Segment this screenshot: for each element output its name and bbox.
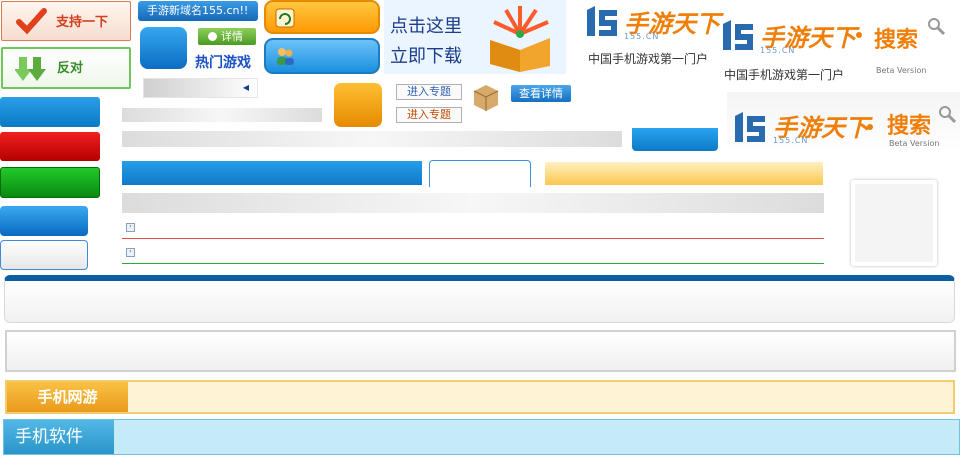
oppose-button[interactable]: 反对 xyxy=(1,47,131,89)
mobile-software-bar: 手机软件 xyxy=(3,419,960,455)
search-magnifier-icon xyxy=(928,18,946,36)
rounded-blue-button[interactable] xyxy=(0,206,88,236)
search-text: 搜索 xyxy=(874,28,919,53)
enter-topic-button-2[interactable]: 进入专题 xyxy=(396,107,462,123)
separator-dot xyxy=(856,32,862,38)
list-bullet-icon: › xyxy=(126,248,135,257)
logo-domain: 155.CN xyxy=(773,136,809,145)
orange-square-button[interactable] xyxy=(334,83,382,127)
download-line2: 立即下载 xyxy=(390,46,462,67)
enter-topic-button-1[interactable]: 进入专题 xyxy=(396,84,462,100)
down-arrows-icon xyxy=(15,57,46,81)
package-icon xyxy=(473,85,499,111)
mobile-games-title[interactable]: 手机网游 xyxy=(7,382,128,412)
blue-tab-strip xyxy=(122,161,422,185)
blue-tab-button[interactable] xyxy=(632,128,718,151)
list-item[interactable]: › xyxy=(122,215,824,239)
logo-mark xyxy=(723,20,753,50)
beta-text: Beta Version xyxy=(889,139,940,148)
blue-button[interactable] xyxy=(0,97,100,127)
gray-strip[interactable]: ◀ xyxy=(143,78,258,98)
triangle-left-icon: ◀ xyxy=(242,83,249,92)
orange-strip xyxy=(545,162,823,185)
brand-logo-search-2[interactable]: 手游天下 155.CN 搜索 Beta Version xyxy=(727,92,960,152)
active-tab[interactable] xyxy=(429,160,531,187)
support-button[interactable]: 支持一下 xyxy=(1,1,131,41)
mobile-games-bar: 手机网游 xyxy=(5,380,955,414)
gray-header-bar xyxy=(122,193,824,213)
view-details-button[interactable]: 查看详情 xyxy=(511,85,571,102)
gray-bar-2 xyxy=(122,131,622,147)
download-line1: 点击这里 xyxy=(390,16,462,37)
list-item[interactable]: › xyxy=(122,240,824,264)
detail-label: 详情 xyxy=(221,30,243,43)
circle-icon xyxy=(208,32,217,41)
download-banner[interactable]: 点击这里 立即下载 xyxy=(384,0,566,74)
logo-domain: 155.CN xyxy=(760,46,796,55)
logo-domain: 155.CN xyxy=(624,32,660,41)
portal-caption: 中国手机游戏第一门户 xyxy=(588,52,709,66)
logo-mark xyxy=(587,6,617,36)
orange-pill-button[interactable] xyxy=(264,0,380,34)
mobile-software-title[interactable]: 手机软件 xyxy=(4,420,114,454)
brand-logo-1[interactable]: 手游天下 155.CN 中国手机游戏第一门户 xyxy=(580,2,720,72)
content-panel-gray xyxy=(5,330,956,372)
users-icon xyxy=(277,48,294,65)
gift-box-icon xyxy=(490,6,550,72)
search-text: 搜索 xyxy=(887,114,932,139)
list-bullet-icon: › xyxy=(126,223,135,232)
green-button[interactable] xyxy=(0,167,100,198)
hot-games-link[interactable]: 热门游戏 xyxy=(195,52,251,72)
image-placeholder xyxy=(851,180,937,266)
separator-dot xyxy=(867,124,873,130)
checkmark-icon xyxy=(16,8,47,35)
oppose-label: 反对 xyxy=(57,61,84,76)
portal-caption: 中国手机游戏第一门户 xyxy=(724,68,845,82)
blue-pill-button[interactable] xyxy=(264,38,380,74)
domain-banner[interactable]: 手游新域名155.cn!! xyxy=(138,1,258,21)
logo-mark xyxy=(735,112,765,142)
refresh-icon xyxy=(275,8,295,28)
red-button[interactable] xyxy=(0,132,100,161)
rounded-white-button[interactable] xyxy=(0,240,88,270)
brand-logo-search-1[interactable]: 手游天下 155.CN 搜索 Beta Version 中国手机游戏第一门户 xyxy=(716,14,960,84)
support-label: 支持一下 xyxy=(56,15,109,30)
blue-square-button[interactable] xyxy=(140,27,187,69)
gray-bar-1 xyxy=(122,108,322,122)
detail-button[interactable]: 详情 xyxy=(198,28,256,45)
beta-text: Beta Version xyxy=(876,66,927,75)
content-panel-blue-top xyxy=(4,275,955,323)
search-magnifier-icon xyxy=(939,106,957,124)
